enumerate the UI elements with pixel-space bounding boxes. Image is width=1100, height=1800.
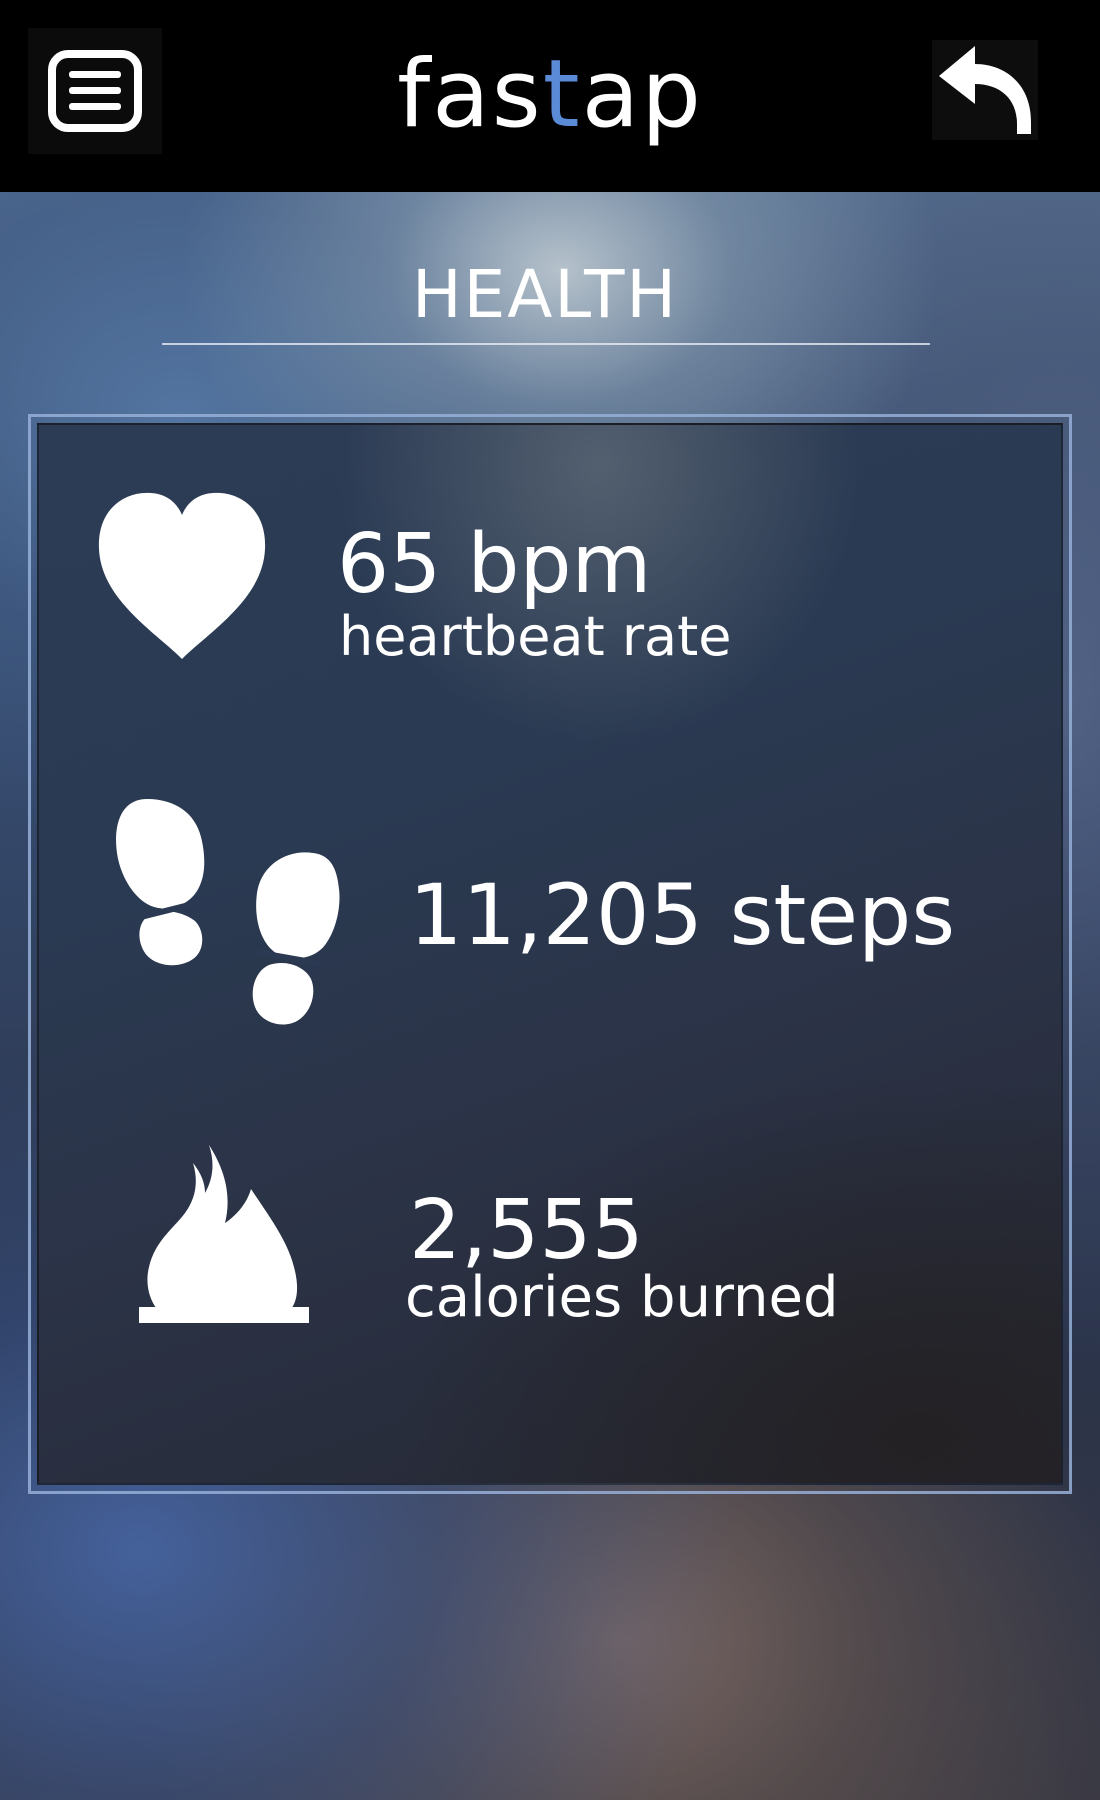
section-title: HEALTH — [411, 256, 679, 333]
top-bar: fastap — [0, 0, 1100, 192]
health-stats-panel: 65 bpm heartbeat rate 11,205 steps 2,555… — [28, 414, 1072, 1494]
app-logo: fastap — [350, 30, 750, 160]
footprints-icon — [116, 799, 340, 1025]
brand-prefix: fas — [397, 40, 543, 149]
back-arrow-icon — [939, 46, 1031, 134]
heartbeat-label: heartbeat rate — [339, 605, 732, 668]
health-stats-panel-inner: 65 bpm heartbeat rate 11,205 steps 2,555… — [37, 423, 1063, 1485]
menu-icon — [48, 50, 142, 132]
app-screen: fastap HEALTH 65 bpm heartbeat rate 11,2… — [0, 0, 1100, 1800]
steps-value: 11,205 steps — [409, 866, 956, 964]
back-button[interactable] — [932, 40, 1038, 140]
brand-suffix: ap — [581, 40, 703, 149]
brand-accent: t — [542, 40, 582, 149]
heart-icon — [98, 492, 266, 659]
heartbeat-value: 65 bpm — [337, 517, 652, 612]
flame-icon — [139, 1145, 309, 1323]
section-divider — [162, 343, 930, 345]
menu-button[interactable] — [28, 28, 162, 154]
calories-label: calories burned — [405, 1265, 839, 1330]
